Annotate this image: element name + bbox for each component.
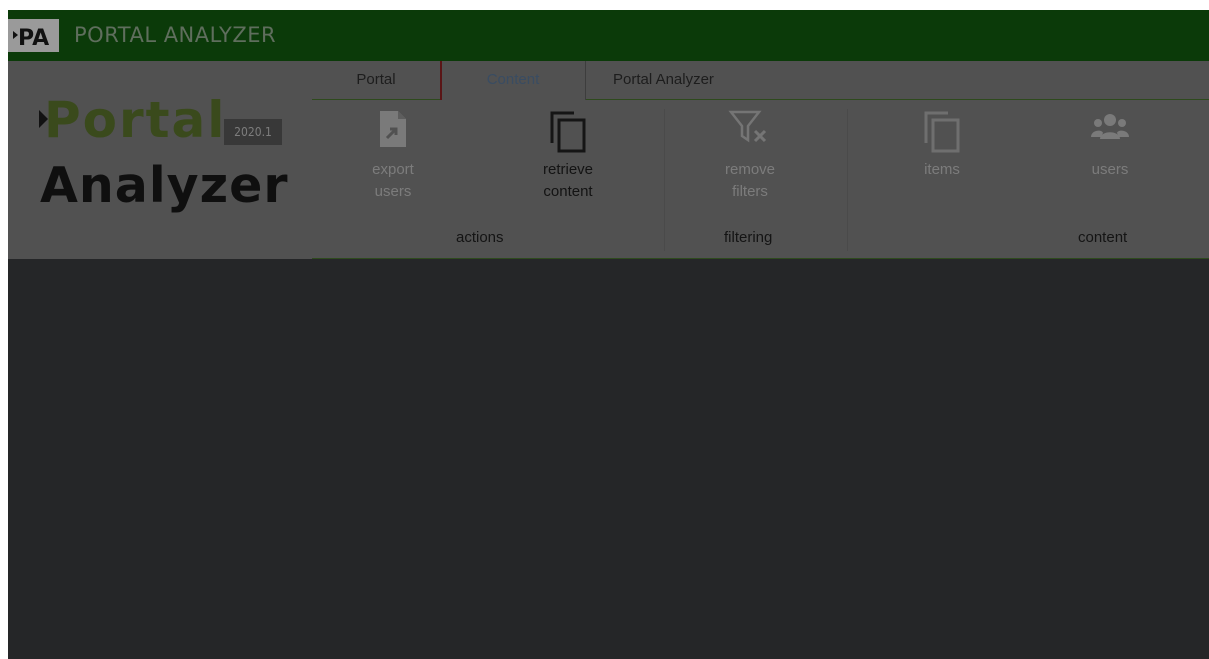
remove-filter-icon	[705, 109, 795, 151]
retrieve-content-button[interactable]: retrieve content	[523, 109, 613, 203]
tab-content[interactable]: Content	[440, 61, 586, 99]
brand-portal-text: Portal	[44, 91, 227, 149]
tab-portal[interactable]: Portal	[312, 61, 440, 99]
group-separator	[847, 109, 848, 251]
tab-portal-analyzer[interactable]: Portal Analyzer	[586, 61, 741, 99]
remove-filters-button[interactable]: remove filters	[705, 109, 795, 203]
export-users-button[interactable]: export users	[353, 109, 433, 203]
app-title: PORTAL ANALYZER	[74, 23, 277, 47]
items-copy-icon	[902, 109, 982, 153]
users-button[interactable]: users	[1070, 109, 1150, 181]
items-button[interactable]: items	[902, 109, 982, 181]
group-label-content: content	[1078, 229, 1128, 246]
users-group-icon	[1070, 109, 1150, 151]
group-label-filtering: filtering	[724, 229, 773, 246]
pa-logo-icon: PA	[12, 26, 49, 49]
tab-underline	[312, 99, 440, 100]
brand-logo: Portal 2020.1 Analyzer	[8, 61, 312, 259]
ribbon-tabs: Portal Content Portal Analyzer	[312, 61, 1209, 100]
export-file-icon	[353, 109, 433, 151]
workspace-area	[8, 259, 1209, 659]
svg-text:PA: PA	[18, 26, 49, 49]
group-separator	[664, 109, 665, 251]
app-logo: PA	[8, 19, 59, 52]
version-badge: 2020.1	[224, 119, 282, 145]
ribbon: Portal 2020.1 Analyzer Portal Content Po…	[8, 61, 1209, 259]
title-bar: PA PORTAL ANALYZER	[8, 10, 1209, 61]
copy-icon	[523, 109, 613, 153]
tab-divider	[585, 61, 586, 100]
tab-underline	[586, 99, 1209, 100]
group-label-actions: actions	[456, 229, 504, 246]
app-window: PA PORTAL ANALYZER Portal 2020.1 Analyze…	[8, 10, 1209, 659]
brand-analyzer-text: Analyzer	[40, 157, 289, 214]
